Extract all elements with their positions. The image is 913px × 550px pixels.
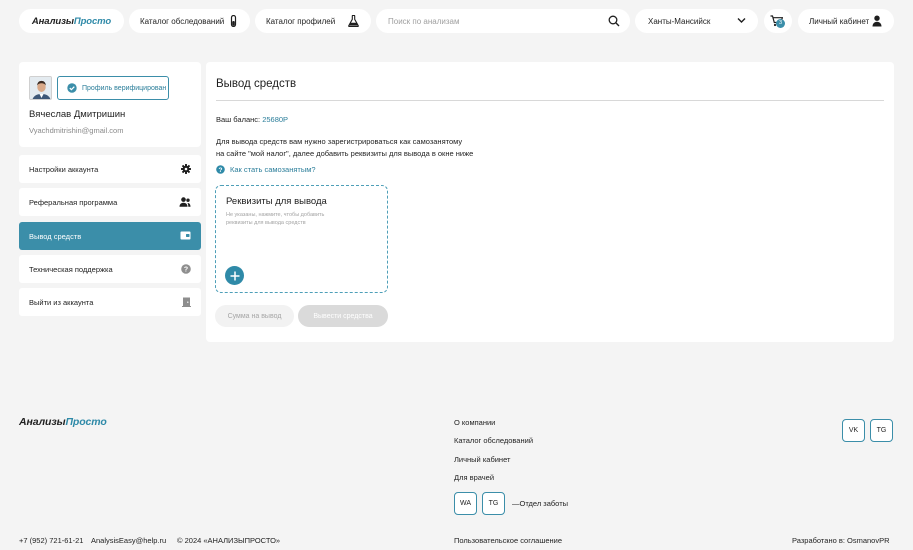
footer-link-about[interactable]: О компании xyxy=(454,418,495,427)
question-circle-icon: ? xyxy=(216,165,225,174)
svg-text:?: ? xyxy=(184,267,188,274)
catalog-tests-button[interactable]: Каталог обследований xyxy=(129,9,250,33)
footer-link-cabinet[interactable]: Личный кабинет xyxy=(454,455,510,464)
care-department-label: —Отдел заботы xyxy=(512,499,569,508)
sidebar-item-referral[interactable]: Реферальная программа xyxy=(19,188,201,216)
search-bar[interactable] xyxy=(376,9,630,33)
sidebar-item-label: Вывод средств xyxy=(29,231,82,241)
whatsapp-button[interactable]: WA xyxy=(454,492,477,515)
howto-link[interactable]: ? Как стать самозанятым? xyxy=(216,165,316,174)
profile-email: Vyachdmitrishin@gmail.com xyxy=(29,126,124,135)
telegram-button-top[interactable]: TG xyxy=(870,419,893,442)
requisites-box[interactable]: Реквизиты для вывода Не указаны, нажмите… xyxy=(215,185,388,293)
info-text-line2: на сайте "мой налог", далее добавить рек… xyxy=(216,149,474,158)
footer-phone[interactable]: +7 (952) 721-61-21 xyxy=(19,536,83,545)
footer-email[interactable]: AnalysisEasy@help.ru xyxy=(91,536,166,545)
question-icon: ? xyxy=(181,264,191,274)
footer-link-doctors[interactable]: Для врачей xyxy=(454,473,494,482)
balance-label: Ваш баланс: xyxy=(216,115,261,124)
cart-button[interactable]: 3 xyxy=(764,9,792,33)
requisites-title: Реквизиты для вывода xyxy=(226,196,327,207)
info-text-line1: Для вывода средств вам нужно зарегистрир… xyxy=(216,137,463,146)
search-icon[interactable] xyxy=(608,15,620,27)
search-input[interactable] xyxy=(388,16,603,26)
catalog-profiles-button[interactable]: Каталог профилей xyxy=(255,9,371,33)
city-select[interactable]: Ханты-Мансийск xyxy=(635,9,758,33)
chevron-down-icon xyxy=(737,17,746,24)
sidebar-item-support[interactable]: Техническая поддержка ? xyxy=(19,255,201,283)
requisites-hint: Не указаны, нажмите, чтобы добавить рекв… xyxy=(226,212,325,226)
catalog-tests-label: Каталог обследований xyxy=(140,16,225,26)
amount-input[interactable] xyxy=(215,305,294,327)
sidebar-item-label: Техническая поддержка xyxy=(29,264,113,274)
svg-text:?: ? xyxy=(219,167,223,174)
city-label: Ханты-Мансийск xyxy=(648,16,711,26)
balance-line: Ваш баланс: 25680Р xyxy=(216,115,288,124)
catalog-profiles-label: Каталог профилей xyxy=(266,16,336,26)
sidebar-item-label: Реферальная программа xyxy=(29,197,118,207)
verified-check-icon xyxy=(67,83,77,93)
page-title: Вывод средств xyxy=(216,78,297,90)
footer-developer[interactable]: Разработано в: OsmanovPR xyxy=(792,536,890,545)
howto-label: Как стать самозанятым? xyxy=(230,165,316,174)
cabinet-button[interactable]: Личный кабинет xyxy=(798,9,894,33)
logo: АнализыПросто xyxy=(31,15,112,27)
cabinet-label: Личный кабинет xyxy=(809,16,870,26)
avatar xyxy=(29,76,52,100)
withdraw-button[interactable]: Вывести средства xyxy=(298,305,388,327)
sidebar-item-logout[interactable]: Выйти из аккаунта xyxy=(19,288,201,316)
vk-button[interactable]: VK xyxy=(842,419,865,442)
sidebar-item-settings[interactable]: Настройки аккаунта xyxy=(19,155,201,183)
cart-badge: 3 xyxy=(776,19,785,28)
profile-name: Вячеслав Дмитришин xyxy=(29,109,126,120)
add-requisites-button[interactable] xyxy=(225,266,244,285)
sidebar-item-label: Настройки аккаунта xyxy=(29,164,99,174)
flask-icon xyxy=(348,15,359,27)
gear-icon xyxy=(181,164,191,174)
door-icon xyxy=(182,297,191,307)
profile-card: Профиль верифицирован Вячеслав Дмитришин… xyxy=(19,62,201,147)
header-logo[interactable]: АнализыПросто xyxy=(19,9,124,33)
title-divider xyxy=(216,100,884,101)
plus-icon xyxy=(230,271,240,281)
verified-label: Профиль верифицирован xyxy=(82,84,167,92)
test-tube-icon xyxy=(230,15,237,27)
user-icon xyxy=(872,15,882,27)
footer-copyright: © 2024 «АНАЛИЗЫПРОСТО» xyxy=(177,536,281,545)
balance-value: 25680Р xyxy=(262,115,289,124)
footer-agreement-link[interactable]: Пользовательское соглашение xyxy=(454,536,562,545)
verified-badge-button[interactable]: Профиль верифицирован xyxy=(57,76,169,100)
sidebar-item-label: Выйти из аккаунта xyxy=(29,297,94,307)
sidebar-item-withdraw[interactable]: Вывод средств xyxy=(19,222,201,250)
footer-logo[interactable]: АнализыПросто xyxy=(19,416,107,428)
wallet-icon xyxy=(180,231,191,240)
withdraw-panel: Вывод средств Ваш баланс: 25680Р Для выв… xyxy=(206,62,894,342)
telegram-button[interactable]: TG xyxy=(482,492,505,515)
users-icon xyxy=(179,197,191,207)
footer-link-catalog[interactable]: Каталог обследований xyxy=(454,436,533,445)
